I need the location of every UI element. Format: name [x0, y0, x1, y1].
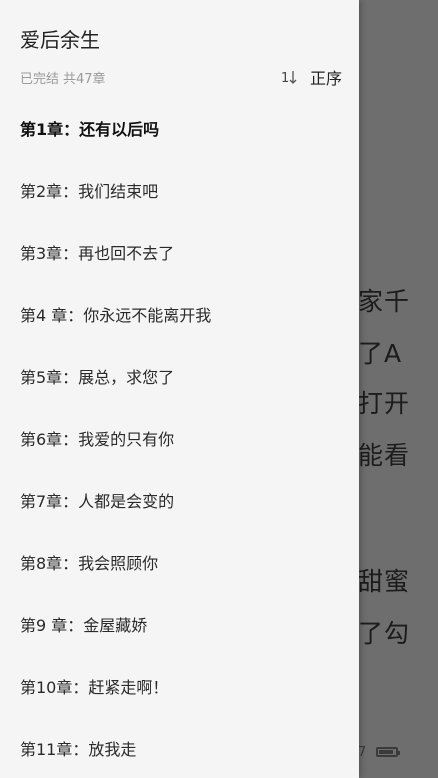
chapter-item[interactable]: 第3章：再也回不去了 — [0, 221, 359, 283]
chapter-item[interactable]: 第6章：我爱的只有你 — [0, 407, 359, 469]
chapter-list: 第1章：还有以后吗 第2章：我们结束吧 第3章：再也回不去了 第4 章：你永远不能离开… — [0, 97, 359, 778]
book-title: 爱后余生 — [20, 28, 100, 52]
chapter-count: 共47章 — [63, 71, 106, 87]
svg-text:1: 1 — [281, 71, 289, 86]
reader-text-line: 甜蜜 — [358, 567, 411, 596]
chapter-item[interactable]: 第8章：我会照顾你 — [0, 531, 359, 593]
chapter-item[interactable]: 第10章：赶紧走啊！ — [0, 655, 359, 717]
reader-text-line: 打开 — [358, 389, 411, 418]
battery-level — [379, 750, 394, 754]
chapter-item[interactable]: 第1章：还有以后吗 — [0, 97, 359, 159]
book-meta-row: 已完结 共47章 1 正序 — [20, 66, 342, 88]
reader-text-line: 了A — [358, 339, 403, 368]
book-meta: 已完结 共47章 — [20, 68, 106, 87]
sort-toggle-button[interactable]: 1 正序 — [280, 65, 342, 89]
reader-text-line: 了勾 — [358, 619, 411, 648]
reader-text-line: 能看 — [358, 441, 411, 470]
book-status: 已完结 — [20, 71, 60, 87]
reader-time: 7 — [358, 744, 367, 760]
battery-icon — [376, 747, 401, 757]
chapter-drawer: 爱后余生 已完结 共47章 1 正序 第1章：还有以后吗 第2章：我们结束吧 第3章… — [0, 0, 359, 778]
sort-ascending-icon: 1 — [280, 68, 298, 86]
reader-text-line: 家千 — [358, 287, 411, 316]
reader-status-bar: 7 — [358, 740, 401, 764]
chapter-item[interactable]: 第9 章：金屋藏娇 — [0, 593, 359, 655]
chapter-item[interactable]: 第2章：我们结束吧 — [0, 159, 359, 221]
chapter-item[interactable]: 第11章：放我走 — [0, 717, 359, 778]
chapter-item[interactable]: 第7章：人都是会变的 — [0, 469, 359, 531]
chapter-item[interactable]: 第4 章：你永远不能离开我 — [0, 283, 359, 345]
chapter-item[interactable]: 第5章：展总，求您了 — [0, 345, 359, 407]
sort-label: 正序 — [309, 69, 342, 88]
